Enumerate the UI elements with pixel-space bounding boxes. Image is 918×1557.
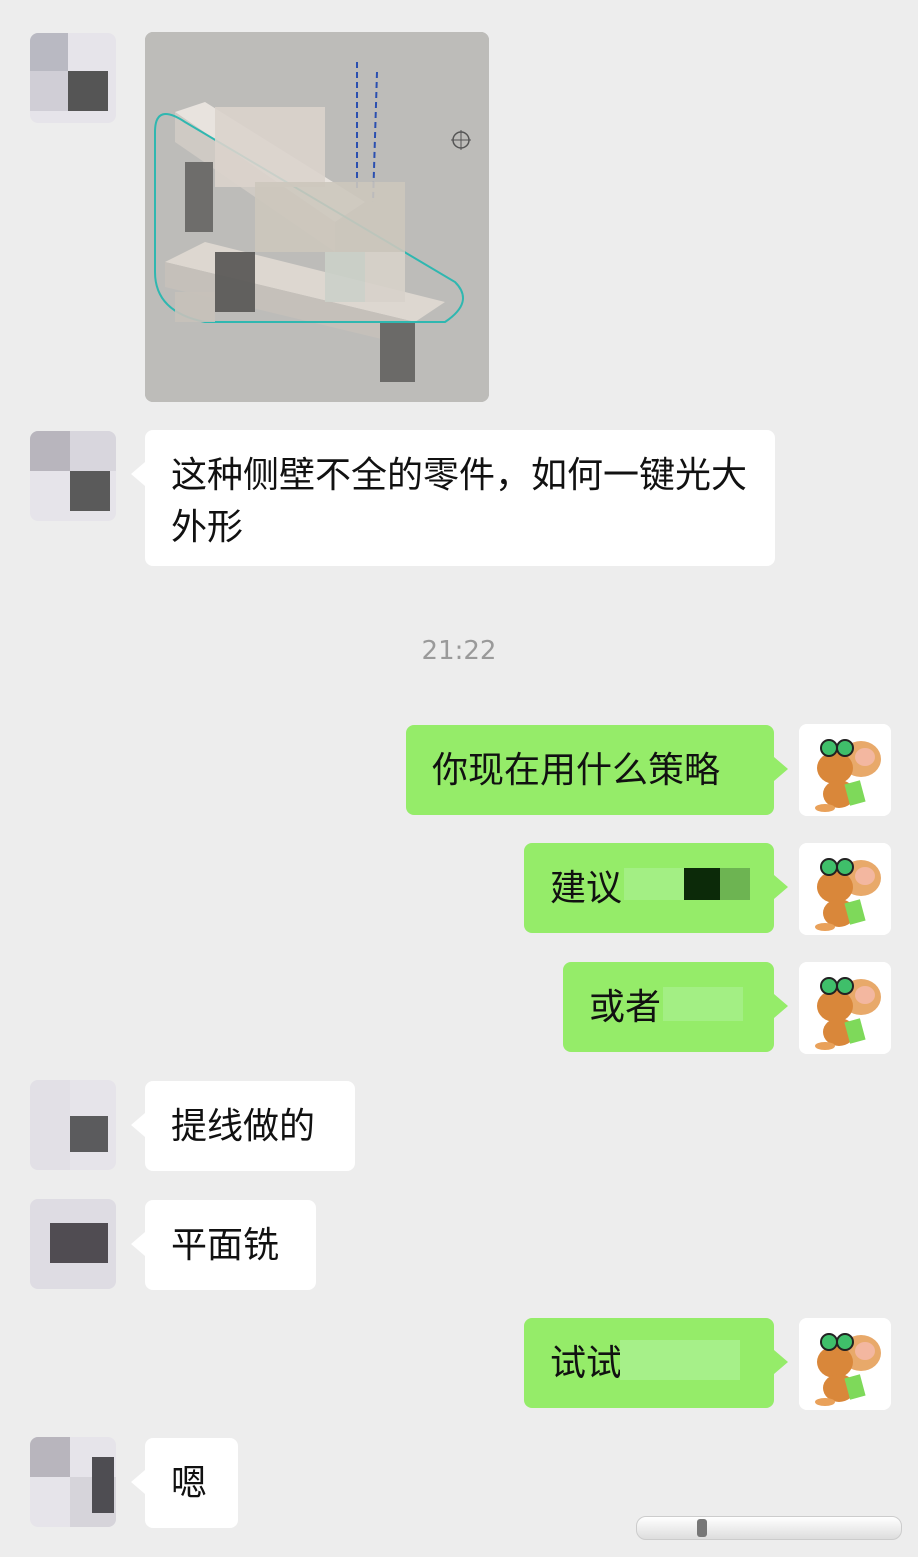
peer-avatar[interactable] <box>30 1437 116 1527</box>
peer-avatar[interactable] <box>30 33 116 123</box>
self-avatar[interactable] <box>799 962 891 1054</box>
message-text: 或者 <box>589 987 662 1028</box>
message-text: 平面铣 <box>171 1225 280 1266</box>
outgoing-message-bubble[interactable]: 建议 <box>524 843 788 933</box>
message-text: 建议 <box>550 868 623 909</box>
chat-area: 这种侧壁不全的零件，如何一键光大外形 21:22 你现在用什么策略 建议 或者 … <box>0 0 918 1557</box>
timestamp: 21:22 <box>421 636 497 666</box>
outgoing-message-bubble[interactable]: 你现在用什么策略 <box>406 725 788 815</box>
outgoing-message-bubble[interactable]: 试试 <box>524 1318 788 1408</box>
jerry-mouse-avatar-icon <box>799 724 891 816</box>
self-avatar[interactable] <box>799 843 891 935</box>
message-text: 嗯 <box>171 1463 208 1504</box>
scroll-knob[interactable] <box>697 1519 707 1537</box>
self-avatar[interactable] <box>799 1318 891 1410</box>
redaction <box>663 987 743 1021</box>
message-text: 这种侧壁不全的零件，如何一键光大外形 <box>171 455 748 548</box>
scroll-indicator[interactable] <box>636 1516 902 1540</box>
jerry-mouse-avatar-icon <box>799 962 891 1054</box>
redaction <box>620 1340 740 1380</box>
redaction <box>624 868 684 900</box>
jerry-mouse-avatar-icon <box>799 1318 891 1410</box>
message-text: 试试 <box>550 1343 623 1384</box>
incoming-message-bubble[interactable]: 这种侧壁不全的零件，如何一键光大外形 <box>131 430 775 566</box>
shared-image-cad-part[interactable] <box>145 32 489 402</box>
redaction <box>684 868 720 900</box>
redaction <box>720 868 750 900</box>
message-text: 你现在用什么策略 <box>432 750 721 791</box>
self-avatar[interactable] <box>799 724 891 816</box>
jerry-mouse-avatar-icon <box>799 843 891 935</box>
incoming-message-bubble[interactable]: 平面铣 <box>131 1200 316 1290</box>
message-text: 提线做的 <box>171 1106 316 1147</box>
incoming-message-bubble[interactable]: 嗯 <box>131 1438 238 1528</box>
peer-avatar[interactable] <box>30 1080 116 1170</box>
incoming-message-bubble[interactable]: 提线做的 <box>131 1081 355 1171</box>
peer-avatar[interactable] <box>30 431 116 521</box>
outgoing-message-bubble[interactable]: 或者 <box>563 962 788 1052</box>
peer-avatar[interactable] <box>30 1199 116 1289</box>
cad-part-image <box>145 32 489 402</box>
